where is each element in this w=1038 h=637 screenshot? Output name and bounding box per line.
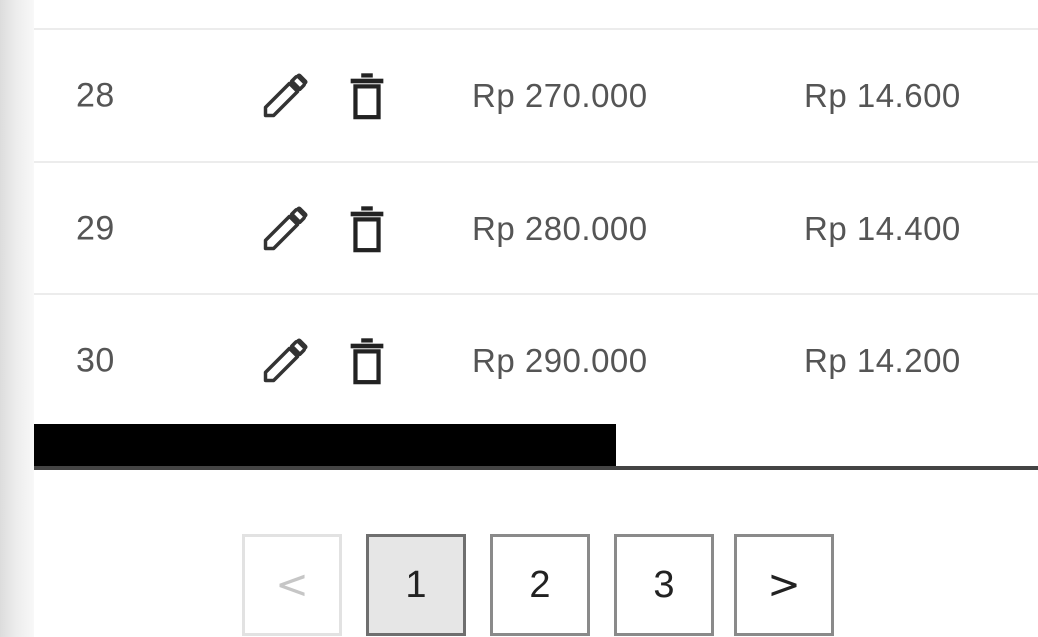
amount-cell: Rp 14.200 (804, 342, 961, 379)
next-page-button[interactable]: > (734, 534, 834, 636)
row-number: 30 (76, 341, 115, 380)
trash-icon (350, 338, 384, 385)
edit-button[interactable] (258, 69, 312, 123)
page-button-3[interactable]: 3 (614, 534, 714, 636)
scrollbar-thumb[interactable] (34, 424, 616, 466)
amount-cell: Rp 14.400 (804, 210, 961, 247)
price-cell: Rp 280.000 (472, 210, 648, 247)
row-number: 29 (76, 209, 115, 248)
trash-icon (350, 73, 384, 120)
left-edge-shadow (0, 0, 34, 637)
price-cell: Rp 290.000 (472, 342, 648, 379)
scrollbar-track[interactable] (34, 466, 1038, 470)
row-number: 28 (76, 76, 115, 115)
pencil-icon (263, 73, 308, 118)
page: 28 Rp 270.000 Rp 14.600 29 Rp 280.000 Rp… (0, 0, 1038, 637)
delete-button[interactable] (342, 334, 392, 388)
amount-cell: Rp 14.600 (804, 77, 961, 114)
horizontal-scrollbar[interactable] (34, 424, 1038, 470)
edit-button[interactable] (258, 334, 312, 388)
chevron-right-icon: > (767, 562, 801, 608)
data-table: 28 Rp 270.000 Rp 14.600 29 Rp 280.000 Rp… (34, 0, 1038, 470)
delete-button[interactable] (342, 69, 392, 123)
table-row: 28 Rp 270.000 Rp 14.600 (34, 30, 1038, 162)
pencil-icon (263, 206, 308, 251)
chevron-left-icon: < (275, 562, 309, 608)
table-row: 30 Rp 290.000 Rp 14.200 (34, 295, 1038, 427)
table-row: 29 Rp 280.000 Rp 14.400 (34, 163, 1038, 295)
prev-page-button[interactable]: < (242, 534, 342, 636)
edit-button[interactable] (258, 202, 312, 256)
page-button-2[interactable]: 2 (490, 534, 590, 636)
price-cell: Rp 270.000 (472, 77, 648, 114)
pencil-icon (263, 338, 308, 383)
trash-icon (350, 206, 384, 253)
page-button-1[interactable]: 1 (366, 534, 466, 636)
delete-button[interactable] (342, 202, 392, 256)
